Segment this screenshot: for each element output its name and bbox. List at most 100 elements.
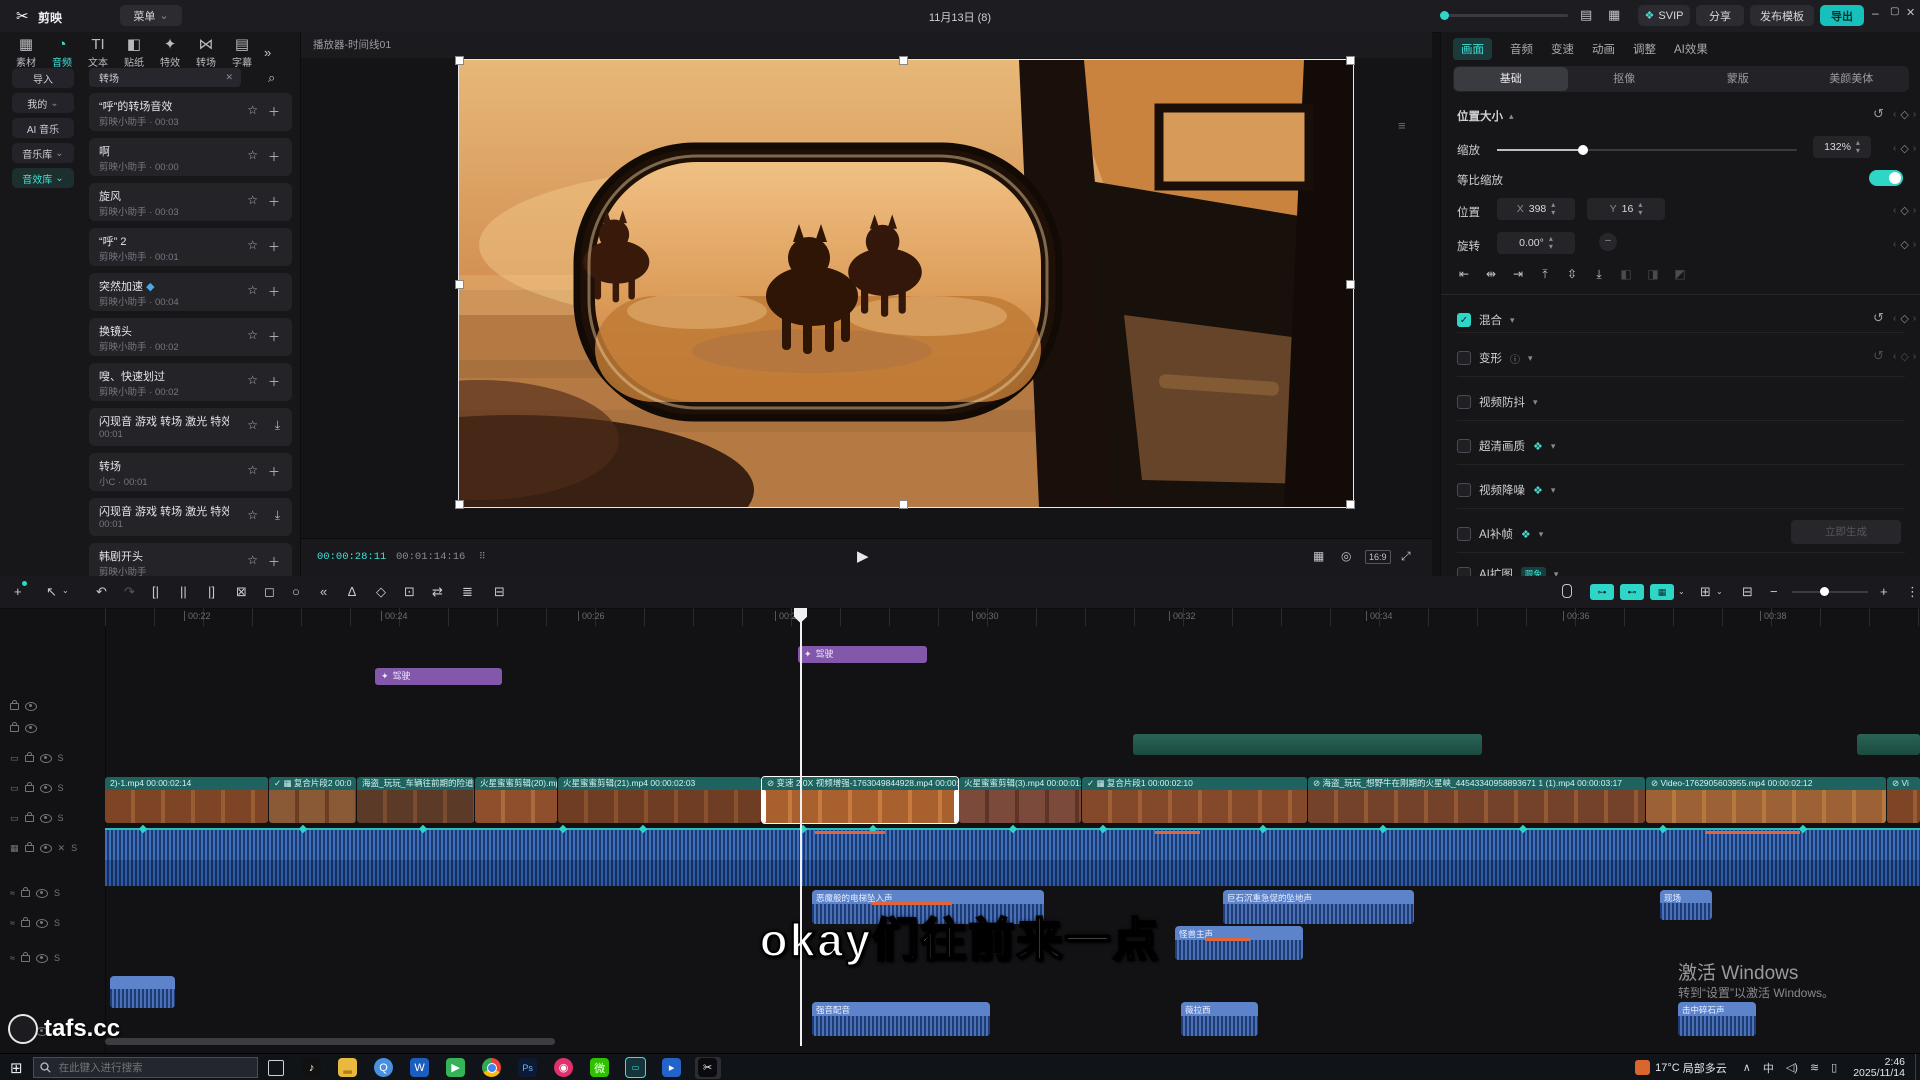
sound-item[interactable]: 闪现音 游戏 转场 激光 特效00:01☆⤓ — [89, 408, 292, 446]
sound-item[interactable]: 换镜头剪映小助手 · 00:02☆＋ — [89, 318, 292, 356]
crop-handle[interactable] — [455, 56, 464, 65]
collapsed-track-segment[interactable] — [1857, 734, 1920, 755]
subtab-cutout[interactable]: 抠像 — [1568, 67, 1682, 91]
rotate-value-box[interactable]: 0.00° ▴▾ — [1497, 232, 1575, 254]
add-icon[interactable]: ＋ — [268, 283, 280, 300]
video-clip[interactable]: 海盗_玩玩_车辆往前期的险道快速 — [357, 777, 474, 823]
track-header[interactable]: ▭S — [10, 811, 64, 825]
close-button[interactable]: ✕ — [1906, 6, 1915, 19]
video-clip[interactable]: 火星蜜蜜剪辑(20).mp4 — [475, 777, 557, 823]
video-clip[interactable]: ✓ ▦ 复合片段1 00:00:02:10 — [1082, 777, 1307, 823]
rotate-dial[interactable]: ‒ — [1599, 233, 1617, 251]
tab-ai-effects[interactable]: AI效果 — [1674, 41, 1708, 57]
solo-icon[interactable]: S — [58, 783, 64, 793]
crop-handle[interactable] — [1346, 500, 1355, 509]
task-view-button[interactable] — [263, 1057, 289, 1079]
sticker-clip[interactable]: ✦驾驶 — [798, 646, 927, 663]
sound-item[interactable]: “呼” 2剪映小助手 · 00:01☆＋ — [89, 228, 292, 266]
lock-icon[interactable] — [25, 755, 34, 762]
add-icon[interactable]: ＋ — [268, 238, 280, 255]
main-track-header[interactable]: ▦✕S — [10, 841, 77, 855]
slider-knob[interactable] — [1578, 145, 1588, 155]
distribute-icon[interactable]: ◧ — [1615, 264, 1637, 284]
add-icon[interactable]: ＋ — [268, 193, 280, 210]
tab-sticker[interactable]: ◧贴纸 — [116, 36, 152, 69]
lock-icon[interactable] — [21, 890, 30, 897]
download-icon[interactable]: ⤓ — [275, 508, 280, 523]
stepper-icon[interactable]: ▴▾ — [1856, 139, 1860, 155]
undo-button[interactable]: ↶ — [96, 584, 107, 600]
favorite-icon[interactable]: ☆ — [247, 328, 258, 342]
checkbox-icon[interactable] — [1457, 439, 1471, 453]
volume-keyframe-icon[interactable] — [1519, 825, 1527, 833]
taskbar-app-photoshop[interactable]: Ps — [515, 1057, 541, 1079]
stepper-icon[interactable]: ▴▾ — [1549, 235, 1553, 251]
svip-button[interactable]: ❖ SVIP — [1638, 5, 1690, 26]
eye-icon[interactable] — [40, 814, 52, 823]
scale-slider[interactable] — [1497, 149, 1797, 151]
reset-icon[interactable]: ↺ — [1873, 106, 1884, 122]
video-clip[interactable]: ⊘ Vi — [1887, 777, 1920, 823]
track-header[interactable] — [10, 721, 37, 735]
section-blend[interactable]: ✓ 混合 ▾ — [1457, 312, 1515, 328]
audio-track-header[interactable]: ≈S — [10, 886, 60, 900]
keyframe-control[interactable]: ‹◇› — [1893, 238, 1916, 251]
volume-keyframe-icon[interactable] — [1099, 825, 1107, 833]
crop-handle[interactable] — [899, 56, 908, 65]
crop-handle[interactable] — [1346, 280, 1355, 289]
add-icon[interactable]: ＋ — [268, 553, 280, 570]
tab-transition[interactable]: ⋈转场 — [188, 36, 224, 69]
audio-clip[interactable]: 击中碎石声 — [1678, 1002, 1756, 1036]
sound-item[interactable]: 闪现音 游戏 转场 激光 特效00:01☆⤓ — [89, 498, 292, 536]
favorite-icon[interactable]: ☆ — [247, 238, 258, 252]
magnet-toggle[interactable]: ⊷ — [1620, 584, 1644, 600]
download-icon[interactable]: ⤓ — [275, 418, 280, 433]
zoom-out-button[interactable]: − — [1770, 584, 1778, 599]
sticker-clip[interactable]: ✦驾驶 — [375, 668, 502, 685]
solo-icon[interactable]: S — [54, 888, 60, 898]
crop-handle[interactable] — [455, 280, 464, 289]
stepper-icon[interactable]: ▴▾ — [1638, 201, 1642, 217]
taskbar-app-monitor[interactable]: ▭ — [623, 1057, 649, 1079]
favorite-icon[interactable]: ☆ — [247, 193, 258, 207]
trim-handle-left[interactable] — [762, 790, 766, 823]
checkbox-icon[interactable] — [1457, 527, 1471, 541]
eye-icon[interactable] — [40, 844, 52, 853]
tab-captions[interactable]: ▤字幕 — [224, 36, 260, 69]
publish-template-button[interactable]: 发布模板 — [1750, 5, 1814, 26]
network-icon[interactable]: ≋ — [1810, 1061, 1819, 1074]
video-clip-selected[interactable]: ⊘ 变速 2.0X 视频增强-1763049844928.mp4 00:00:0 — [762, 777, 958, 823]
playhead-line[interactable] — [800, 614, 802, 1046]
subnav-music-library[interactable]: 音乐库⌄ — [12, 143, 74, 163]
caret-down-icon[interactable]: ⌄ — [1678, 587, 1685, 596]
sound-search-input[interactable] — [97, 71, 225, 84]
volume-keyframe-icon[interactable] — [1379, 825, 1387, 833]
taskbar-search-input[interactable] — [57, 1061, 231, 1075]
chevron-right-icon[interactable]: » — [264, 45, 271, 60]
checkbox-icon[interactable] — [1457, 351, 1471, 365]
tab-audio-props[interactable]: 音频 — [1510, 41, 1533, 57]
position-y-box[interactable]: Y 16 ▴▾ — [1587, 198, 1665, 220]
audio-clip[interactable] — [110, 976, 175, 1008]
share-button[interactable]: 分享 — [1696, 5, 1744, 26]
add-icon[interactable]: ＋ — [268, 103, 280, 120]
sound-item[interactable]: “呼”的转场音效剪映小助手 · 00:03☆＋ — [89, 93, 292, 131]
add-media-button[interactable]: + — [14, 584, 22, 599]
auto-captions-button[interactable]: ⊟ — [494, 584, 505, 600]
add-icon[interactable]: ＋ — [268, 463, 280, 480]
align-center-h-icon[interactable]: ⇹ — [1480, 264, 1502, 284]
track-header[interactable] — [10, 699, 37, 713]
subtab-basic[interactable]: 基础 — [1454, 67, 1568, 91]
freeze-frame-button[interactable]: ◻ — [264, 584, 275, 600]
lock-icon[interactable] — [10, 725, 19, 732]
sound-search-box[interactable]: ✕ — [89, 68, 241, 87]
snap-toggle[interactable]: ▦ — [1650, 584, 1674, 600]
slider-knob[interactable] — [1820, 587, 1829, 596]
taskbar-search-box[interactable] — [33, 1057, 258, 1078]
crop-handle[interactable] — [455, 500, 464, 509]
layout-two-icon[interactable]: ▦ — [1608, 7, 1620, 23]
tab-video[interactable]: 画面 — [1453, 38, 1492, 60]
subnav-import[interactable]: 导入 — [12, 68, 74, 88]
favorite-icon[interactable]: ☆ — [247, 373, 258, 387]
clock[interactable]: 2:46 2025/11/14 — [1853, 1057, 1905, 1079]
